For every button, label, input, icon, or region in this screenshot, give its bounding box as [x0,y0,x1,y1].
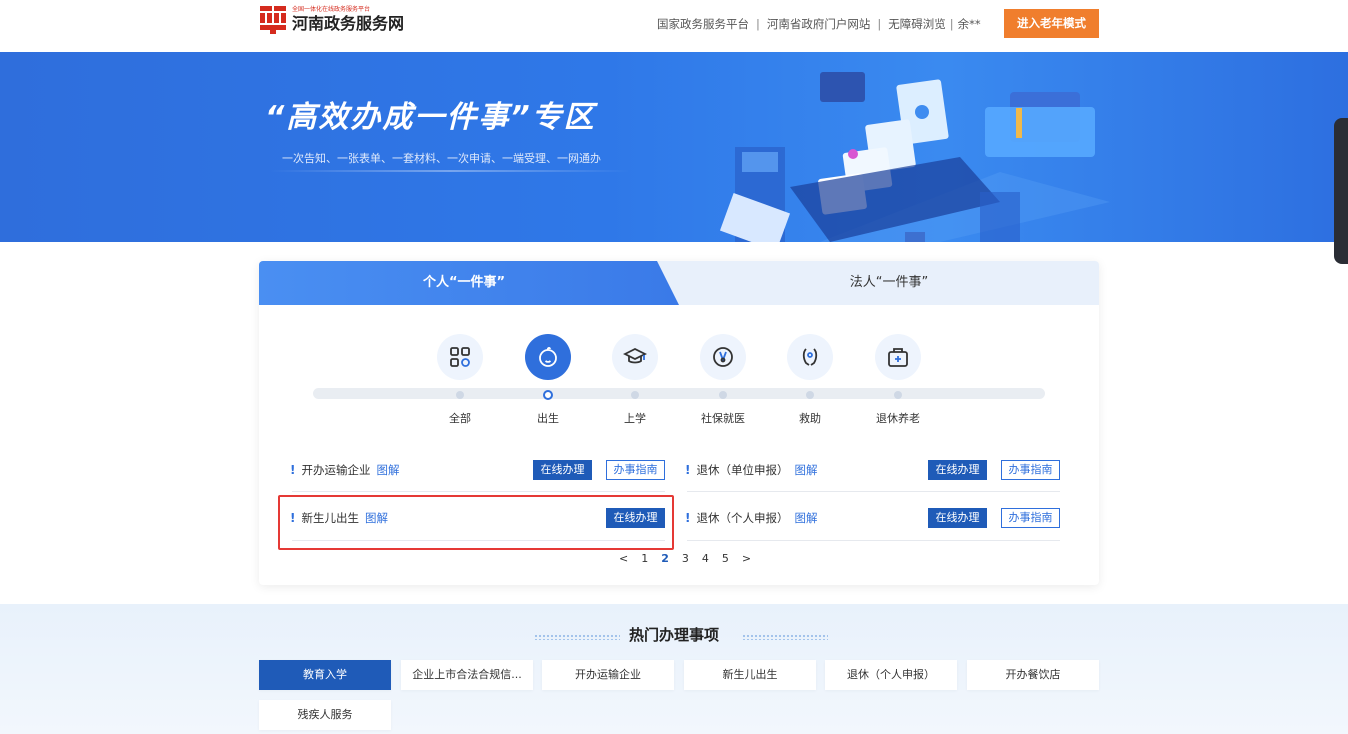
logo-title: 河南政务服务网 [292,14,405,33]
category-retire[interactable]: 退休养老 [868,334,928,425]
pager-page[interactable]: 3 [682,552,689,565]
logo-subtitle: 全国一体化在线政务服务平台 [292,6,371,13]
item-marker: ! [685,511,691,525]
online-apply-button[interactable]: 在线办理 [928,508,987,528]
category-school[interactable]: 上学 [605,334,665,425]
pagination: < 1 2 3 4 5 > [619,552,764,565]
guide-button[interactable]: 办事指南 [1001,460,1060,480]
item-marker: ! [685,463,691,477]
site-logo[interactable]: 全国一体化在线政务服务平台 河南政务服务网 [260,6,404,34]
link-gov-portal[interactable]: 河南省政府门户网站 [767,16,871,32]
item-diagram-link[interactable]: 图解 [376,462,399,478]
banner: “高效办成一件事”专区 一次告知、一张表单、一套材料、一次申请、一端受理、一网通… [0,52,1348,242]
category-label: 社保就医 [701,412,745,425]
user-name[interactable]: 余** [958,16,981,32]
tab-personal[interactable]: 个人“一件事” [259,261,679,305]
banner-illustration [719,72,1110,242]
site-header: 全国一体化在线政务服务平台 河南政务服务网 国家政务服务平台 | 河南省政府门户… [0,0,1348,52]
tab-legal[interactable]: 法人“一件事” [679,261,1099,305]
link-accessibility[interactable]: 无障碍浏览 [888,16,946,32]
pager-page[interactable]: 5 [722,552,729,565]
guide-button[interactable]: 办事指南 [1001,508,1060,528]
section-title: 热门办理事项 [628,626,719,644]
item-diagram-link[interactable]: 图解 [794,462,817,478]
pager-page[interactable]: 1 [641,552,648,565]
category-label: 全部 [449,412,471,425]
row-divider [687,491,1060,492]
hot-item-restaurant[interactable]: 开办餐饮店 [967,660,1099,690]
guide-button[interactable]: 办事指南 [606,460,665,480]
category-label: 上学 [624,412,646,425]
row-divider [687,540,1060,541]
hot-item-transport-company[interactable]: 开办运输企业 [542,660,674,690]
row-divider [292,491,665,492]
item-diagram-link[interactable]: 图解 [794,510,817,526]
item-name[interactable]: 开办运输企业 [301,462,370,478]
link-national-platform[interactable]: 国家政务服务平台 [657,16,749,32]
list-item[interactable]: ! 退休（单位申报） 图解 [685,455,817,485]
online-apply-button[interactable]: 在线办理 [928,460,987,480]
category-all[interactable]: 全部 [430,334,490,425]
category-aid[interactable]: 救助 [780,334,840,425]
banner-subtitle: 一次告知、一张表单、一套材料、一次申请、一端受理、一网通办 [282,152,601,165]
banner-title: “高效办成一件事”专区 [265,100,596,135]
highlight-box [278,495,674,550]
hot-item-retire-personal[interactable]: 退休（个人申报） [825,660,957,690]
link-separator: | [756,17,760,31]
pager-next[interactable]: > [742,552,751,565]
item-marker: ! [290,463,296,477]
category-dot [894,391,902,399]
item-name[interactable]: 退休（单位申报） [696,462,788,478]
graduation-cap-icon [612,334,658,380]
baby-icon [525,334,571,380]
tab-bar: 个人“一件事” 法人“一件事” [259,261,1099,305]
pager-page[interactable]: 4 [702,552,709,565]
elder-mode-button[interactable]: 进入老年模式 [1004,9,1099,38]
help-hands-icon [787,334,833,380]
medical-icon [700,334,746,380]
category-birth[interactable]: 出生 [518,334,578,425]
top-links: 国家政务服务平台 | 河南省政府门户网站 | 无障碍浏览 | 余** [657,16,981,32]
category-dot [806,391,814,399]
category-label: 救助 [799,412,821,425]
side-widget[interactable] [1334,118,1348,264]
hot-item-newborn[interactable]: 新生儿出生 [684,660,816,690]
pager-prev[interactable]: < [619,552,628,565]
online-apply-button[interactable]: 在线办理 [533,460,592,480]
medical-kit-icon [875,334,921,380]
hot-services-section: 热门办理事项 教育入学 企业上市合法合规信... 开办运输企业 新生儿出生 退休… [0,604,1348,734]
category-medical[interactable]: 社保就医 [693,334,753,425]
list-item[interactable]: ! 开办运输企业 图解 [290,455,399,485]
hot-item-disability[interactable]: 残疾人服务 [259,700,391,730]
category-dot [456,391,464,399]
category-dot [631,391,639,399]
category-label: 出生 [537,412,559,425]
logo-mark-icon [260,6,286,34]
category-label: 退休养老 [876,412,920,425]
list-item[interactable]: ! 退休（个人申报） 图解 [685,503,817,533]
pager-page-current[interactable]: 2 [661,552,669,565]
link-separator: | [949,17,954,31]
grid-icon [437,334,483,380]
hot-item-ipo-compliance[interactable]: 企业上市合法合规信... [401,660,533,690]
category-dot [719,391,727,399]
hot-item-education[interactable]: 教育入学 [259,660,391,690]
category-dot-active [543,390,553,400]
item-name[interactable]: 退休（个人申报） [696,510,788,526]
category-track [313,388,1045,399]
link-separator: | [877,17,882,31]
banner-divider [270,170,630,172]
